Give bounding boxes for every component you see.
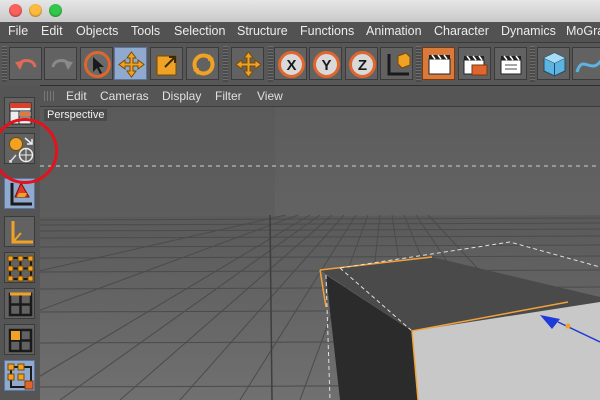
- edges-mode-button[interactable]: [4, 288, 35, 319]
- scale-button[interactable]: [150, 47, 183, 80]
- left-tool-palette: [0, 85, 41, 400]
- menu-functions[interactable]: Functions: [300, 24, 354, 38]
- menu-edit[interactable]: Edit: [41, 24, 63, 38]
- object-axis-button[interactable]: [4, 178, 35, 209]
- render-settings-button[interactable]: [494, 47, 527, 80]
- cube-primitive-button[interactable]: [537, 47, 570, 80]
- close-button[interactable]: [9, 4, 22, 17]
- spline-icon: [575, 59, 600, 73]
- menu-mograph[interactable]: MoGra: [566, 24, 600, 38]
- menu-character[interactable]: Character: [434, 24, 489, 38]
- cube-icon: [543, 52, 566, 77]
- uvw-mode-icon: [7, 363, 34, 390]
- render-view-button[interactable]: [422, 47, 455, 80]
- x-axis-icon: X: [278, 51, 305, 78]
- svg-text:Z: Z: [358, 57, 367, 74]
- menu-animation[interactable]: Animation: [366, 24, 422, 38]
- scale-icon: [156, 55, 177, 76]
- y-axis-lock-button[interactable]: Y: [309, 47, 342, 80]
- viewport-menu-grip: [44, 91, 56, 101]
- menu-dynamics[interactable]: Dynamics: [501, 24, 556, 38]
- svg-text:X: X: [286, 57, 296, 74]
- redo-icon: [51, 59, 73, 70]
- move-icon: [118, 51, 145, 78]
- toolbar-grip: [268, 46, 273, 82]
- undo-button[interactable]: [9, 47, 42, 80]
- render-settings-icon: [500, 55, 522, 75]
- viewport-menubar: Edit Cameras Display Filter View: [40, 86, 600, 107]
- menu-selection[interactable]: Selection: [174, 24, 225, 38]
- layout-button[interactable]: [4, 97, 35, 128]
- minimize-button[interactable]: [29, 4, 42, 17]
- move-button[interactable]: [114, 47, 147, 80]
- redo-button[interactable]: [44, 47, 77, 80]
- perspective-viewport[interactable]: Perspective: [40, 107, 600, 400]
- toolbar-grip: [223, 46, 228, 82]
- render-picture-viewer-button[interactable]: [458, 47, 491, 80]
- viewport-menu-view[interactable]: View: [257, 89, 283, 103]
- undo-icon: [15, 59, 37, 70]
- coordinate-system-icon: [387, 52, 411, 76]
- menu-objects[interactable]: Objects: [76, 24, 118, 38]
- live-selection-button[interactable]: [80, 47, 113, 80]
- window-titlebar: [0, 0, 600, 23]
- z-axis-icon: Z: [349, 51, 376, 78]
- menu-file[interactable]: File: [8, 24, 28, 38]
- viewport-menu-cameras[interactable]: Cameras: [100, 89, 149, 103]
- render-picture-viewer-icon: [463, 55, 488, 76]
- viewport-menu-edit[interactable]: Edit: [66, 89, 87, 103]
- z-axis-lock-button[interactable]: Z: [345, 47, 378, 80]
- main-menubar: File Edit Objects Tools Selection Struct…: [0, 22, 600, 43]
- svg-text:Y: Y: [321, 57, 331, 74]
- points-mode-icon: [7, 255, 34, 282]
- move-tool-button-2[interactable]: [231, 47, 264, 80]
- coordinate-system-button[interactable]: [380, 47, 413, 80]
- polygons-mode-button[interactable]: [4, 324, 35, 355]
- move-icon: [235, 51, 262, 78]
- rotate-button[interactable]: [186, 47, 219, 80]
- viewport-camera-label: Perspective: [44, 109, 108, 121]
- model-mode-button[interactable]: [4, 133, 35, 164]
- layout-icon: [9, 102, 32, 125]
- x-axis-lock-button[interactable]: X: [274, 47, 307, 80]
- viewport-menu-display[interactable]: Display: [162, 89, 201, 103]
- spline-button[interactable]: [572, 47, 600, 80]
- model-object-mode-icon: [9, 137, 34, 163]
- toolbar-grip: [530, 46, 535, 82]
- viewport-menu-filter[interactable]: Filter: [215, 89, 242, 103]
- live-selection-icon: [84, 51, 111, 78]
- toolbar-grip: [416, 46, 421, 82]
- y-axis-icon: Y: [313, 51, 340, 78]
- viewport-scene: [40, 107, 600, 400]
- render-view-icon: [428, 54, 451, 75]
- command-toolbar: X Y Z: [0, 43, 600, 86]
- rotate-icon: [192, 53, 215, 76]
- menu-structure[interactable]: Structure: [237, 24, 288, 38]
- axis-origin-point[interactable]: [565, 323, 571, 329]
- uvw-mode-button[interactable]: [4, 360, 35, 391]
- polygons-mode-icon: [8, 328, 33, 353]
- zoom-button[interactable]: [49, 4, 62, 17]
- toolbar-grip: [2, 46, 7, 82]
- edges-mode-icon: [8, 292, 33, 317]
- points-mode-button[interactable]: [4, 252, 35, 283]
- object-axis-icon: [10, 181, 32, 206]
- texture-axis-icon: [11, 221, 33, 244]
- menu-tools[interactable]: Tools: [131, 24, 160, 38]
- texture-axis-button[interactable]: [4, 216, 35, 247]
